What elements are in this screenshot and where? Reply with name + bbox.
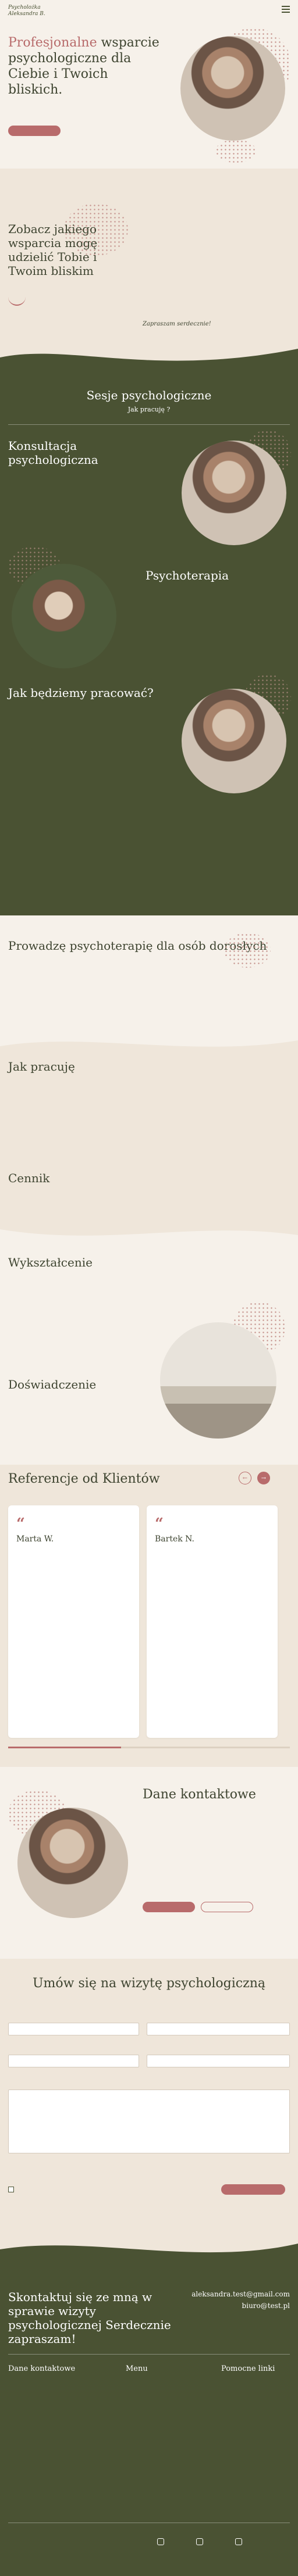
consult-title: Konsultacja psychologiczna: [8, 439, 98, 467]
form-field[interactable]: [8, 2055, 139, 2067]
therapy-title: Psychoterapia: [146, 568, 229, 582]
therapy-photo: [12, 564, 116, 668]
experience-title: Doświadczenie: [8, 1378, 97, 1391]
hero-title-accent: Profesjonalne: [8, 35, 97, 50]
quote-icon: “: [16, 1515, 25, 1533]
form-title: Umów się na wizytę psychologiczną: [33, 1976, 265, 1991]
services-title: Sesje psychologiczne: [86, 388, 212, 402]
form-field[interactable]: [147, 2023, 290, 2035]
wave-divider-2: [0, 1032, 298, 1055]
reviews-scroll-track[interactable]: [8, 1747, 290, 1748]
support-closing: Zapraszam serdecznie!: [143, 321, 211, 327]
contact-title: Dane kontaktowe: [143, 1787, 256, 1802]
support-title: Zobacz jakiego wsparcia mogę udzielić To…: [8, 222, 98, 278]
howwork-title: Jak będziemy pracować?: [8, 686, 154, 700]
reviews-title: Referencje od Klientów: [8, 1472, 160, 1486]
divider: [8, 424, 290, 425]
form-field[interactable]: [8, 2023, 139, 2035]
hero-title: Profesjonalne wsparcie psychologiczne dl…: [8, 35, 165, 98]
contact-photo: [17, 1808, 128, 1918]
wave-divider-4: [0, 2232, 298, 2267]
services-subtitle: Jak pracuję ?: [127, 406, 171, 413]
reviews-scroll-thumb[interactable]: [8, 1747, 121, 1748]
form-submit-button[interactable]: [221, 2184, 285, 2195]
support-section: Zobacz jakiego wsparcia mogę udzielić To…: [0, 169, 298, 337]
logo[interactable]: Psycholożka Aleksandra B.: [8, 5, 45, 17]
leaf-icon: [8, 296, 26, 306]
adults-decor: [224, 933, 271, 968]
linkedin-icon[interactable]: [235, 2538, 243, 2545]
divider: [8, 2354, 290, 2355]
howiwork-section: Jak pracuję Cennik: [0, 1055, 298, 1221]
hero-decor-dots-2: [215, 139, 256, 163]
quote-icon: “: [155, 1515, 164, 1533]
hero-cta-button[interactable]: [8, 126, 61, 136]
footer-col2-title: Menu: [126, 2364, 148, 2373]
footer-col1-title: Dane kontaktowe: [8, 2364, 76, 2373]
wave-divider: [0, 337, 298, 372]
contact-primary-button[interactable]: [143, 1902, 195, 1912]
logo-line-2: Aleksandra B.: [8, 11, 45, 17]
footer-section: Skontaktuj się ze mną w sprawie wizyty p…: [0, 2267, 298, 2576]
logo-line-1: Psycholożka: [8, 5, 41, 10]
contact-secondary-button[interactable]: [201, 1902, 253, 1912]
menu-icon[interactable]: [282, 6, 290, 13]
form-textarea[interactable]: [8, 2090, 290, 2153]
education-photo: [160, 1322, 276, 1439]
reviews-prev-button[interactable]: ←: [239, 1472, 251, 1484]
hero-photo: [180, 36, 285, 141]
footer-cta-email-2[interactable]: biuro@test.pl: [242, 2302, 290, 2310]
review-name: Marta W.: [16, 1534, 54, 1544]
pricing-title: Cennik: [8, 1171, 50, 1185]
services-section: Sesje psychologiczne Jak pracuję ? Konsu…: [0, 372, 298, 915]
footer-col3-title: Pomocne linki: [221, 2364, 275, 2373]
howwork-photo: [182, 689, 286, 793]
adults-section: Prowadzę psychoterapię dla osób dorosłyc…: [0, 915, 298, 1032]
wave-divider-3: [0, 1221, 298, 1244]
consult-photo: [182, 441, 286, 545]
instagram-icon[interactable]: [196, 2538, 204, 2545]
howiwork-title: Jak pracuję: [8, 1060, 75, 1074]
footer-cta-email[interactable]: aleksandra.test@gmail.com: [191, 2290, 290, 2298]
footer-cta-text: Skontaktuj się ze mną w sprawie wizyty p…: [8, 2290, 171, 2346]
facebook-icon[interactable]: [157, 2538, 164, 2545]
education-title: Wykształcenie: [8, 1255, 93, 1269]
education-section: Wykształcenie Doświadczenie: [0, 1244, 298, 1465]
review-card: “ Marta W.: [8, 1505, 139, 1738]
contact-section: Dane kontaktowe: [0, 1767, 298, 1959]
reviews-section: Referencje od Klientów ← → “ Marta W. “ …: [0, 1465, 298, 1767]
review-name: Bartek N.: [155, 1534, 194, 1544]
form-section: Umów się na wizytę psychologiczną: [0, 1959, 298, 2232]
review-card: “ Bartek N.: [147, 1505, 278, 1738]
form-field[interactable]: [147, 2055, 290, 2067]
hero-section: Psycholożka Aleksandra B. Profesjonalne …: [0, 0, 298, 169]
consent-checkbox[interactable]: [8, 2187, 14, 2192]
social-links: [157, 2536, 243, 2548]
reviews-next-button[interactable]: →: [257, 1472, 270, 1484]
